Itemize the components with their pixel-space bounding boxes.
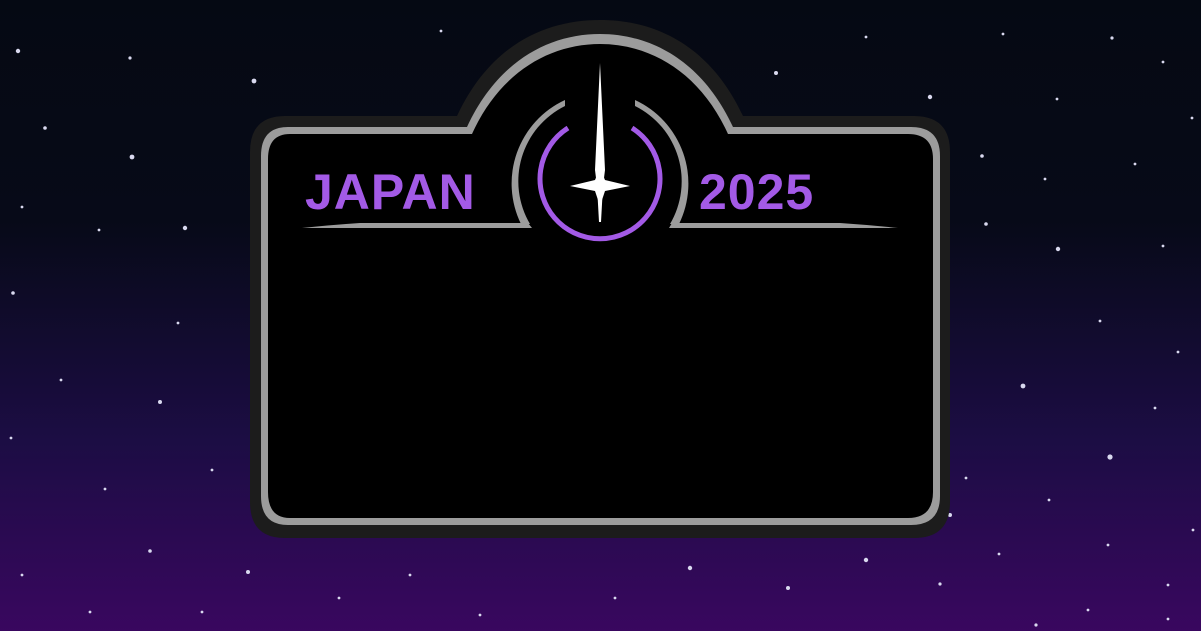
badge-title-right: 2025 [699, 164, 815, 220]
badge-title-left: JAPAN [305, 164, 476, 220]
event-badge [250, 20, 950, 538]
scene: JAPAN 2025 [0, 0, 1201, 631]
emblem-star-core [595, 181, 605, 191]
